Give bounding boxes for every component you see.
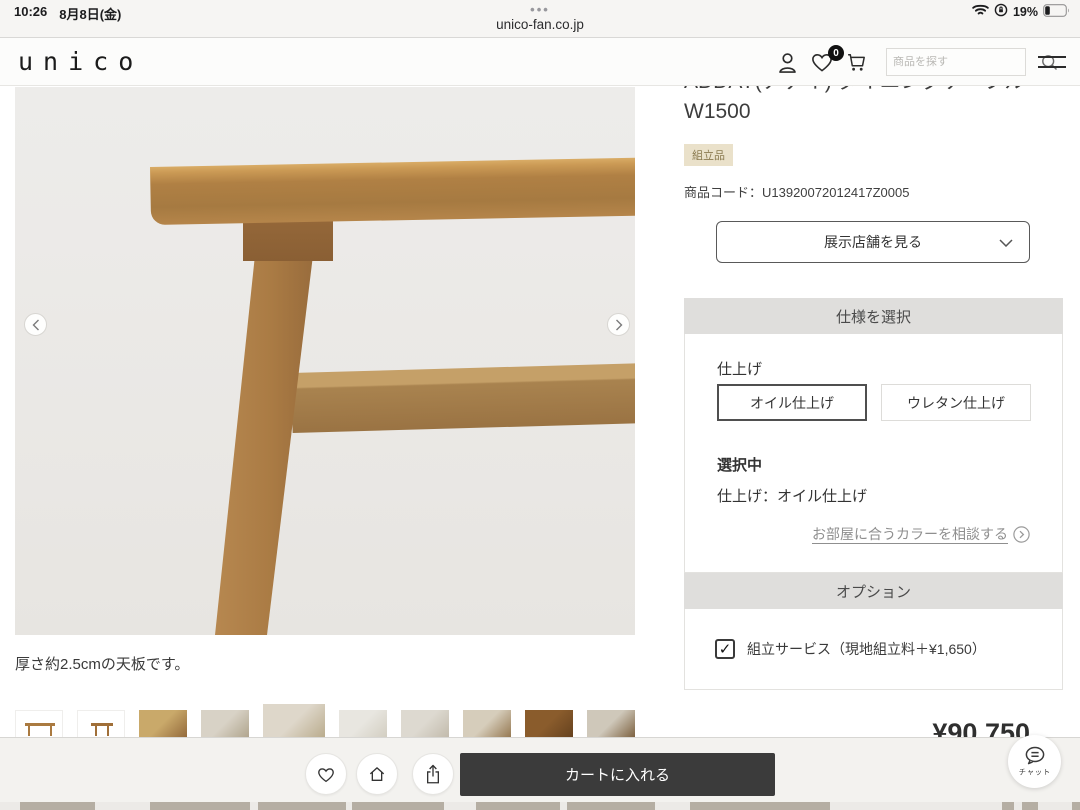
menu-icon[interactable] <box>1038 56 1066 68</box>
options-panel-header: オプション <box>684 573 1063 609</box>
bottom-toolbar: カートに入れる チャット <box>0 737 1080 802</box>
rotation-lock-icon <box>994 3 1008 20</box>
tab-dots-icon[interactable]: ••• <box>530 2 550 17</box>
clock: 10:26 <box>14 4 47 23</box>
product-title-line2: W1500 <box>684 97 1064 127</box>
date: 8月8日(金) <box>59 4 121 23</box>
chat-button[interactable]: チャット <box>1008 735 1061 788</box>
options-panel: オプション ✓ 組立サービス（現地組立料＋¥1,650） <box>684 573 1063 690</box>
wishlist-icon[interactable]: 0 <box>809 50 835 79</box>
assembly-service-checkbox[interactable]: ✓ <box>715 639 735 659</box>
table-stretcher-graphic <box>291 363 635 433</box>
add-to-cart-button[interactable]: カートに入れる <box>460 753 775 796</box>
image-caption: 厚さ約2.5cmの天板です。 <box>15 653 189 674</box>
assembly-required-badge: 組立品 <box>684 144 733 166</box>
battery-icon <box>1043 4 1070 20</box>
finish-label: 仕上げ <box>717 358 762 379</box>
search-input[interactable] <box>887 56 1041 68</box>
address-bar[interactable]: unico-fan.co.jp <box>496 17 584 32</box>
show-stores-button[interactable]: 展示店舗を見る <box>716 221 1030 263</box>
product-code: 商品コード：U13920072012417Z0005 <box>684 182 909 201</box>
favorite-button[interactable] <box>305 753 347 795</box>
chat-label: チャット <box>1018 768 1050 778</box>
selected-finish-value: 仕上げ：オイル仕上げ <box>717 485 867 506</box>
gallery-next-button[interactable] <box>607 313 630 336</box>
product-image <box>15 87 635 635</box>
site-header: unico 0 <box>0 38 1080 86</box>
status-bar: 10:26 8月8日(金) ••• unico-fan.co.jp 19% <box>0 0 1080 38</box>
spec-panel-header: 仕様を選択 <box>684 298 1063 334</box>
assembly-option-label: 組立サービス（現地組立料＋¥1,650） <box>747 639 986 659</box>
home-button[interactable] <box>356 753 398 795</box>
unico-logo[interactable]: unico <box>18 47 143 76</box>
chevron-down-icon <box>999 239 1013 247</box>
selected-heading: 選択中 <box>717 454 762 475</box>
wifi-icon <box>972 4 989 19</box>
wishlist-count-badge: 0 <box>828 45 844 61</box>
color-consult-link[interactable]: お部屋に合うカラーを相談する <box>812 524 1030 544</box>
safari-ipad-screen: 10:26 8月8日(金) ••• unico-fan.co.jp 19% un… <box>0 0 1080 810</box>
finish-option-urethane[interactable]: ウレタン仕上げ <box>881 384 1031 421</box>
share-button[interactable] <box>412 753 454 795</box>
table-leg-graphic <box>205 255 325 635</box>
table-top-graphic <box>150 157 635 225</box>
circle-arrow-icon <box>1013 526 1030 543</box>
search-box <box>886 48 1026 76</box>
finish-option-oil[interactable]: オイル仕上げ <box>717 384 867 421</box>
account-icon[interactable] <box>775 50 800 80</box>
table-sketch-icon <box>91 723 113 736</box>
next-row-sliver <box>0 802 1080 810</box>
spec-panel: 仕様を選択 仕上げ オイル仕上げ ウレタン仕上げ 選択中 仕上げ：オイル仕上げ … <box>684 298 1063 573</box>
table-sketch-icon <box>25 723 55 736</box>
assembly-option-row: ✓ 組立サービス（現地組立料＋¥1,650） <box>715 639 986 659</box>
battery-percent: 19% <box>1013 5 1038 19</box>
gallery-prev-button[interactable] <box>24 313 47 336</box>
cart-icon[interactable] <box>845 50 869 79</box>
chat-bubble-icon <box>1022 745 1048 767</box>
